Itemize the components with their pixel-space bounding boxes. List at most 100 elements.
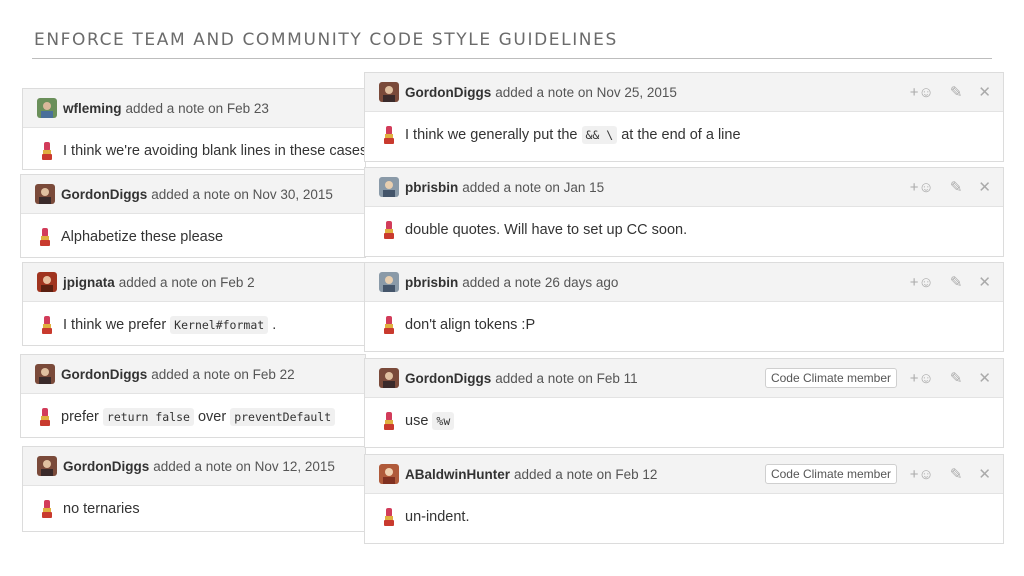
note-body: un-indent.	[365, 494, 1003, 540]
author-link[interactable]: ABaldwinHunter	[405, 467, 510, 482]
note-text: .	[272, 317, 277, 333]
note-header: GordonDiggs added a note on Nov 25, 2015…	[365, 73, 1003, 112]
note-actions: +☺ ✎ ✕	[910, 263, 991, 301]
lipstick-icon	[42, 142, 52, 160]
add-reaction-icon[interactable]: +☺	[910, 85, 934, 100]
note-meta: added a note on Feb 22	[151, 366, 295, 382]
note-card: GordonDiggs added a note on Nov 30, 2015…	[20, 174, 366, 258]
add-reaction-icon[interactable]: +☺	[910, 180, 934, 195]
lipstick-icon	[384, 221, 394, 239]
author-link[interactable]: GordonDiggs	[61, 367, 147, 382]
note-header: ABaldwinHunter added a note on Feb 12 Co…	[365, 455, 1003, 494]
note-text: Alphabetize these please	[61, 229, 224, 245]
pencil-icon[interactable]: ✎	[950, 180, 963, 195]
note-body: no ternaries	[23, 486, 365, 531]
note-text: I think we generally put the	[405, 127, 578, 143]
member-badge: Code Climate member	[764, 368, 897, 388]
author-link[interactable]: pbrisbin	[405, 275, 458, 290]
note-text: double quotes. Will have to set up CC so…	[405, 222, 688, 238]
note-meta: added a note on Feb 11	[495, 370, 638, 386]
note-card: jpignata added a note on Feb 2 I think w…	[22, 262, 366, 346]
author-link[interactable]: pbrisbin	[405, 180, 458, 195]
note-text: un-indent.	[405, 509, 470, 525]
pencil-icon[interactable]: ✎	[950, 275, 963, 290]
note-text: I think we prefer	[63, 317, 167, 333]
add-reaction-icon[interactable]: +☺	[910, 467, 934, 482]
avatar[interactable]	[379, 177, 399, 197]
pencil-icon[interactable]: ✎	[950, 85, 963, 100]
add-reaction-icon[interactable]: +☺	[910, 275, 934, 290]
note-header: GordonDiggs added a note on Nov 12, 2015	[23, 447, 365, 486]
lipstick-icon	[384, 508, 394, 526]
note-body: Alphabetize these please	[21, 214, 365, 257]
lipstick-icon	[384, 316, 394, 334]
note-text: over	[197, 409, 227, 425]
author-link[interactable]: GordonDiggs	[405, 371, 491, 386]
note-card: GordonDiggs added a note on Nov 25, 2015…	[364, 72, 1004, 162]
avatar[interactable]	[35, 364, 55, 384]
note-body: don't align tokens :P	[365, 302, 1003, 348]
author-link[interactable]: wfleming	[63, 101, 122, 116]
note-text: use	[405, 413, 429, 429]
note-body: double quotes. Will have to set up CC so…	[365, 207, 1003, 253]
note-card: pbrisbin added a note on Jan 15 +☺ ✎ ✕ d…	[364, 167, 1004, 257]
lipstick-icon	[40, 228, 50, 246]
note-card: wfleming added a note on Feb 23 I think …	[22, 88, 366, 170]
close-icon[interactable]: ✕	[978, 371, 991, 386]
close-icon[interactable]: ✕	[978, 467, 991, 482]
note-body: prefer return false over preventDefault	[21, 394, 365, 437]
close-icon[interactable]: ✕	[978, 180, 991, 195]
note-actions: +☺ ✎ ✕	[910, 73, 991, 111]
note-actions: +☺ ✎ ✕	[910, 455, 991, 493]
note-header: GordonDiggs added a note on Nov 30, 2015	[21, 175, 365, 214]
note-actions: +☺ ✎ ✕	[910, 168, 991, 206]
inline-code: return false	[102, 408, 194, 426]
avatar[interactable]	[37, 456, 57, 476]
close-icon[interactable]: ✕	[978, 85, 991, 100]
note-body: use %w	[365, 398, 1003, 444]
note-card: GordonDiggs added a note on Feb 22 prefe…	[20, 354, 366, 438]
author-link[interactable]: jpignata	[63, 275, 115, 290]
note-header: wfleming added a note on Feb 23	[23, 89, 365, 128]
lipstick-icon	[384, 126, 394, 144]
author-link[interactable]: GordonDiggs	[61, 187, 147, 202]
note-meta: added a note on Jan 15	[462, 179, 605, 195]
slide-title: ENFORCE TEAM AND COMMUNITY CODE STYLE GU…	[34, 30, 618, 50]
note-actions: +☺ ✎ ✕	[910, 359, 991, 397]
note-meta: added a note on Nov 30, 2015	[151, 186, 333, 202]
title-divider	[32, 58, 992, 59]
avatar[interactable]	[37, 98, 57, 118]
avatar[interactable]	[379, 82, 399, 102]
pencil-icon[interactable]: ✎	[950, 371, 963, 386]
author-link[interactable]: GordonDiggs	[63, 459, 149, 474]
note-meta: added a note 26 days ago	[462, 274, 619, 290]
note-body: I think we prefer Kernel#format .	[23, 302, 365, 345]
note-text: don't align tokens :P	[405, 317, 536, 333]
note-meta: added a note on Nov 12, 2015	[153, 458, 335, 474]
author-link[interactable]: GordonDiggs	[405, 85, 491, 100]
note-body: I think we generally put the && \ at the…	[365, 112, 1003, 158]
note-header: GordonDiggs added a note on Feb 11 Code …	[365, 359, 1003, 398]
avatar[interactable]	[379, 368, 399, 388]
avatar[interactable]	[37, 272, 57, 292]
lipstick-icon	[40, 408, 50, 426]
note-text: at the end of a line	[621, 127, 741, 143]
avatar[interactable]	[379, 464, 399, 484]
avatar[interactable]	[35, 184, 55, 204]
lipstick-icon	[384, 412, 394, 430]
note-body: I think we're avoiding blank lines in th…	[23, 128, 366, 169]
pencil-icon[interactable]: ✎	[950, 467, 963, 482]
note-header: GordonDiggs added a note on Feb 22	[21, 355, 365, 394]
note-meta: added a note on Feb 23	[125, 100, 269, 116]
note-card: ABaldwinHunter added a note on Feb 12 Co…	[364, 454, 1004, 544]
avatar[interactable]	[379, 272, 399, 292]
close-icon[interactable]: ✕	[978, 275, 991, 290]
note-text: I think we're avoiding blank lines in th…	[63, 143, 366, 159]
note-text: prefer	[61, 409, 99, 425]
note-card: GordonDiggs added a note on Nov 12, 2015…	[22, 446, 366, 532]
note-header: pbrisbin added a note on Jan 15 +☺ ✎ ✕	[365, 168, 1003, 207]
add-reaction-icon[interactable]: +☺	[910, 371, 934, 386]
inline-code: Kernel#format	[170, 316, 269, 334]
note-meta: added a note on Feb 2	[118, 274, 255, 290]
note-card: pbrisbin added a note 26 days ago +☺ ✎ ✕…	[364, 262, 1004, 352]
